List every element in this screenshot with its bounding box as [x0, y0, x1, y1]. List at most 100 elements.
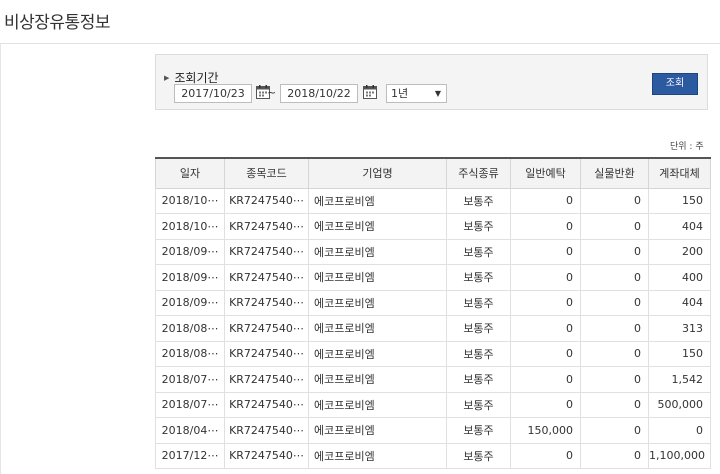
cell-stock-code: KR7247540⋯	[224, 264, 309, 291]
cell-company: 에코프로비엠	[308, 417, 447, 444]
cell-date: 2018/08⋯	[155, 340, 225, 367]
cell-stock-type: 보통주	[446, 340, 511, 367]
cell-stock-code: KR7247540⋯	[224, 315, 309, 342]
cell-account-transfer: 400	[648, 264, 711, 291]
cell-account-transfer: 1,542	[648, 366, 711, 393]
cell-stock-code: KR7247540⋯	[224, 391, 309, 418]
cell-stock-type: 보통주	[446, 213, 511, 240]
cell-stock-type: 보통주	[446, 315, 511, 342]
unit-label: 단위 : 주	[670, 142, 704, 152]
cell-stock-code: KR7247540⋯	[224, 289, 309, 316]
title-divider	[0, 43, 720, 44]
header-company[interactable]: 기업명	[308, 157, 447, 189]
cell-general-deposit: 0	[510, 213, 581, 240]
cell-stock-code: KR7247540⋯	[224, 340, 309, 367]
date-from-input[interactable]	[174, 84, 252, 103]
cell-general-deposit: 0	[510, 366, 581, 393]
cell-general-deposit: 0	[510, 264, 581, 291]
search-panel: ▶ 조회기간 ~ 1년 ▼	[155, 54, 708, 110]
cell-company: 에코프로비엠	[308, 289, 447, 316]
cell-date: 2018/04⋯	[155, 417, 225, 444]
cell-stock-code: KR7247540⋯	[224, 238, 309, 265]
cell-physical-return: 0	[580, 264, 649, 291]
cell-date: 2018/10⋯	[155, 187, 225, 214]
calendar-icon[interactable]	[362, 84, 378, 100]
distribution-table: 일자 종목코드 기업명 주식종류 일반예탁 실물반환 계좌대체 2018/10⋯…	[155, 157, 711, 469]
cell-general-deposit: 0	[510, 340, 581, 367]
cell-company: 에코프로비엠	[308, 340, 447, 367]
cell-general-deposit: 0	[510, 289, 581, 316]
cell-account-transfer: 1,100,000	[648, 442, 711, 469]
cell-company: 에코프로비엠	[308, 315, 447, 342]
cell-physical-return: 0	[580, 417, 649, 444]
table-row[interactable]: 2018/07⋯ KR7247540⋯ 에코프로비엠 보통주 0 0 1,542	[155, 366, 711, 393]
date-to-input[interactable]	[280, 84, 358, 103]
cell-account-transfer: 150	[648, 187, 711, 214]
cell-stock-code: KR7247540⋯	[224, 442, 309, 469]
cell-stock-type: 보통주	[446, 264, 511, 291]
cell-physical-return: 0	[580, 366, 649, 393]
cell-physical-return: 0	[580, 238, 649, 265]
cell-account-transfer: 404	[648, 289, 711, 316]
period-select-value: 1년	[391, 87, 409, 100]
cell-stock-type: 보통주	[446, 289, 511, 316]
table-row[interactable]: 2018/09⋯ KR7247540⋯ 에코프로비엠 보통주 0 0 200	[155, 238, 711, 265]
cell-general-deposit: 0	[510, 391, 581, 418]
cell-date: 2018/09⋯	[155, 238, 225, 265]
table-row[interactable]: 2018/09⋯ KR7247540⋯ 에코프로비엠 보통주 0 0 400	[155, 264, 711, 291]
cell-physical-return: 0	[580, 442, 649, 469]
header-account-transfer[interactable]: 계좌대체	[648, 157, 711, 189]
cell-date: 2018/08⋯	[155, 315, 225, 342]
cell-physical-return: 0	[580, 340, 649, 367]
header-stock-code[interactable]: 종목코드	[224, 157, 309, 189]
cell-stock-type: 보통주	[446, 442, 511, 469]
cell-stock-code: KR7247540⋯	[224, 213, 309, 240]
search-button[interactable]: 조회	[652, 73, 698, 95]
cell-stock-type: 보통주	[446, 391, 511, 418]
cell-stock-code: KR7247540⋯	[224, 187, 309, 214]
table-row[interactable]: 2018/09⋯ KR7247540⋯ 에코프로비엠 보통주 0 0 404	[155, 289, 711, 316]
triangle-right-icon: ▶	[164, 74, 170, 82]
header-general-deposit[interactable]: 일반예탁	[510, 157, 581, 189]
table-row[interactable]: 2018/08⋯ KR7247540⋯ 에코프로비엠 보통주 0 0 313	[155, 315, 711, 342]
cell-date: 2017/12⋯	[155, 442, 225, 469]
cell-physical-return: 0	[580, 315, 649, 342]
table-row[interactable]: 2018/08⋯ KR7247540⋯ 에코프로비엠 보통주 0 0 150	[155, 340, 711, 367]
page-title: 비상장유통정보	[4, 13, 110, 33]
cell-stock-code: KR7247540⋯	[224, 366, 309, 393]
cell-stock-code: KR7247540⋯	[224, 417, 309, 444]
cell-company: 에코프로비엠	[308, 238, 447, 265]
table-row[interactable]: 2018/10⋯ KR7247540⋯ 에코프로비엠 보통주 0 0 404	[155, 213, 711, 240]
header-date[interactable]: 일자	[155, 157, 225, 189]
table-header-row: 일자 종목코드 기업명 주식종류 일반예탁 실물반환 계좌대체	[155, 157, 711, 189]
cell-physical-return: 0	[580, 391, 649, 418]
cell-company: 에코프로비엠	[308, 442, 447, 469]
cell-general-deposit: 150,000	[510, 417, 581, 444]
cell-physical-return: 0	[580, 213, 649, 240]
header-stock-type[interactable]: 주식종류	[446, 157, 511, 189]
cell-general-deposit: 0	[510, 187, 581, 214]
cell-account-transfer: 150	[648, 340, 711, 367]
cell-date: 2018/09⋯	[155, 264, 225, 291]
table-row[interactable]: 2018/10⋯ KR7247540⋯ 에코프로비엠 보통주 0 0 150	[155, 187, 711, 214]
cell-company: 에코프로비엠	[308, 366, 447, 393]
cell-company: 에코프로비엠	[308, 187, 447, 214]
cell-date: 2018/07⋯	[155, 391, 225, 418]
cell-general-deposit: 0	[510, 315, 581, 342]
cell-account-transfer: 0	[648, 417, 711, 444]
cell-account-transfer: 200	[648, 238, 711, 265]
cell-company: 에코프로비엠	[308, 213, 447, 240]
period-select[interactable]: 1년 ▼	[386, 84, 447, 103]
table-row[interactable]: 2018/07⋯ KR7247540⋯ 에코프로비엠 보통주 0 0 500,000	[155, 391, 711, 418]
header-physical-return[interactable]: 실물반환	[580, 157, 649, 189]
cell-general-deposit: 0	[510, 238, 581, 265]
table-row[interactable]: 2017/12⋯ KR7247540⋯ 에코프로비엠 보통주 0 0 1,100,000	[155, 442, 711, 469]
table-row[interactable]: 2018/04⋯ KR7247540⋯ 에코프로비엠 보통주 150,000 0 0	[155, 417, 711, 444]
cell-physical-return: 0	[580, 289, 649, 316]
cell-stock-type: 보통주	[446, 366, 511, 393]
cell-stock-type: 보통주	[446, 417, 511, 444]
cell-stock-type: 보통주	[446, 238, 511, 265]
chevron-down-icon: ▼	[434, 89, 441, 98]
cell-stock-type: 보통주	[446, 187, 511, 214]
cell-company: 에코프로비엠	[308, 264, 447, 291]
